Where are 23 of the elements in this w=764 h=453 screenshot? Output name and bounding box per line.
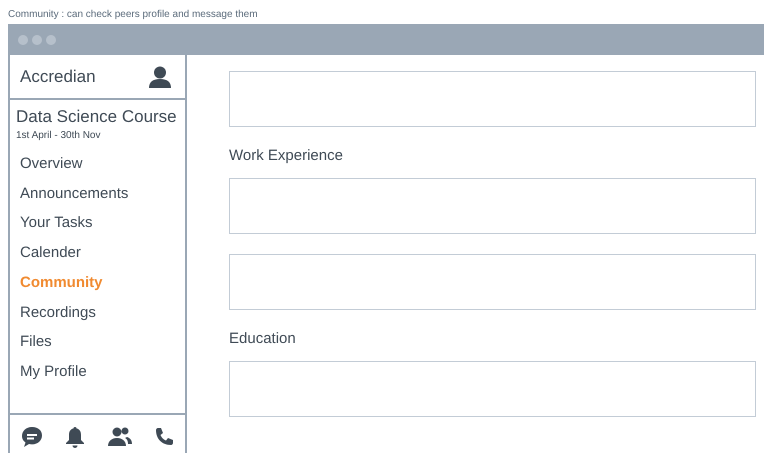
text-field[interactable] xyxy=(229,178,756,234)
user-icon[interactable] xyxy=(149,66,171,88)
nav-item[interactable]: Recordings xyxy=(20,298,96,328)
brand-name: Accredian xyxy=(20,66,96,86)
course-dates: 1st April - 30th Nov xyxy=(16,130,102,141)
text-field[interactable] xyxy=(229,361,756,417)
chat-icon[interactable] xyxy=(21,426,44,448)
people-icon[interactable] xyxy=(108,427,132,447)
nav-item[interactable]: Overview xyxy=(20,149,83,179)
text-field[interactable] xyxy=(229,254,756,310)
nav-item[interactable]: Announcements xyxy=(20,178,128,208)
section-heading: Education xyxy=(229,330,297,348)
window-controls-icon xyxy=(18,34,56,44)
nav-item[interactable]: My Profile xyxy=(20,356,87,387)
course-title: Data Science Course xyxy=(16,106,178,128)
nav-item[interactable]: Your Tasks xyxy=(20,208,93,238)
nav-item[interactable]: Files xyxy=(20,327,52,357)
bell-icon[interactable] xyxy=(65,426,86,448)
page-caption: Community : can check peers profile and message them xyxy=(7,8,259,22)
phone-icon[interactable] xyxy=(154,427,174,447)
nav-item[interactable]: Calender xyxy=(20,238,81,268)
text-field[interactable] xyxy=(229,71,756,127)
section-heading: Work Experience xyxy=(229,147,344,165)
